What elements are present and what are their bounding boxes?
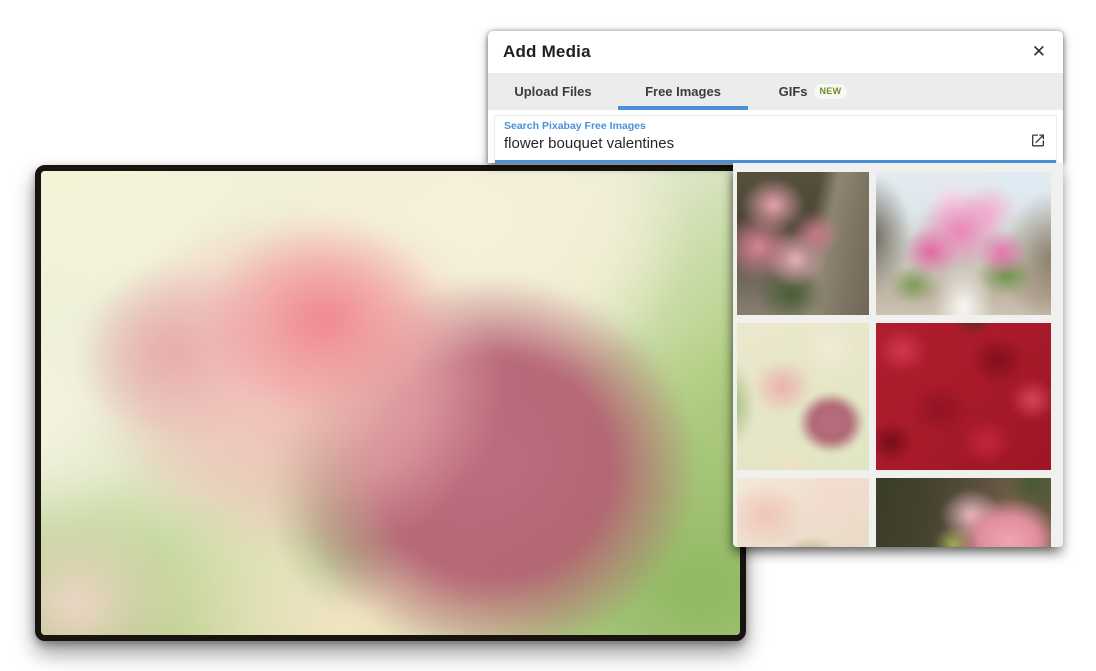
search-input[interactable] xyxy=(504,135,1013,152)
image-results-grid xyxy=(733,163,1063,547)
image-result[interactable] xyxy=(737,172,869,315)
tab-label: Upload Files xyxy=(514,84,591,99)
tab-bar: Upload Files Free Images GIFs NEW xyxy=(488,73,1063,110)
image-result[interactable] xyxy=(876,172,1051,315)
modal-top-section: Add Media ✕ Upload Files Free Images GIF… xyxy=(488,31,1063,163)
modal-header: Add Media ✕ xyxy=(488,31,1063,73)
search-section: Search Pixabay Free Images xyxy=(488,110,1063,163)
tab-label: Free Images xyxy=(645,84,721,99)
tab-gifs[interactable]: GIFs NEW xyxy=(748,73,878,110)
image-result[interactable] xyxy=(737,478,869,547)
open-external-button[interactable] xyxy=(1029,132,1047,150)
close-button[interactable]: ✕ xyxy=(1032,44,1046,61)
search-field: Search Pixabay Free Images xyxy=(494,115,1057,163)
close-icon: ✕ xyxy=(1032,42,1046,62)
new-badge: NEW xyxy=(814,84,848,99)
tab-label: GIFs xyxy=(779,84,808,99)
image-result[interactable] xyxy=(876,323,1051,470)
add-media-modal: Add Media ✕ Upload Files Free Images GIF… xyxy=(488,31,1063,547)
image-result[interactable] xyxy=(876,478,1051,547)
modal-title: Add Media xyxy=(503,42,591,62)
tab-upload-files[interactable]: Upload Files xyxy=(488,73,618,110)
search-label: Search Pixabay Free Images xyxy=(504,120,1047,132)
image-result[interactable] xyxy=(737,323,869,470)
external-link-icon xyxy=(1030,132,1046,148)
tab-free-images[interactable]: Free Images xyxy=(618,73,748,110)
